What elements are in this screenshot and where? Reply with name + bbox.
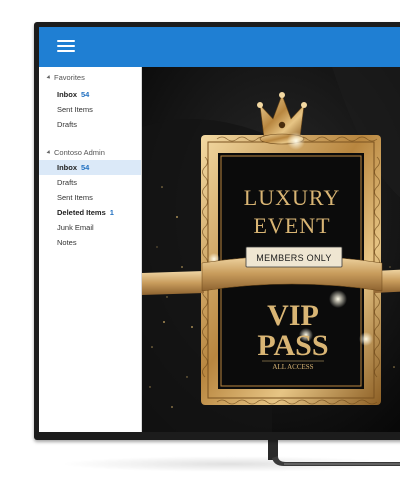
vip-pass-poster: LUXURY EVENT MEMBERS ONLY VIP PASS ALL A… — [142, 67, 400, 432]
menu-icon[interactable] — [57, 40, 75, 54]
monitor-stand — [268, 438, 400, 466]
collapse-caret-icon — [46, 150, 52, 155]
unread-count: 54 — [81, 90, 90, 99]
screen: Favorites Inbox 54 Sent Items Drafts Cont… — [39, 27, 400, 432]
device-mockup: Favorites Inbox 54 Sent Items Drafts Cont… — [0, 0, 400, 498]
favorites-group-header[interactable]: Favorites — [46, 73, 85, 82]
account-item-sent-items[interactable]: Sent Items — [39, 190, 141, 205]
folder-pane: Favorites Inbox 54 Sent Items Drafts Cont… — [39, 67, 142, 432]
poster-line-pass: PASS — [257, 329, 328, 362]
favorites-item-drafts[interactable]: Drafts — [39, 117, 141, 132]
account-item-deleted-items[interactable]: Deleted Items 1 — [39, 205, 141, 220]
reading-pane-image: LUXURY EVENT MEMBERS ONLY VIP PASS ALL A… — [142, 67, 400, 432]
account-item-junk-email[interactable]: Junk Email — [39, 220, 141, 235]
app-header-bar — [39, 27, 400, 67]
favorites-item-sent-items[interactable]: Sent Items — [39, 102, 141, 117]
unread-count: 54 — [81, 163, 90, 172]
collapse-caret-icon — [46, 75, 52, 80]
favorites-item-inbox[interactable]: Inbox 54 — [39, 87, 141, 102]
poster-line-vip: VIP — [267, 299, 319, 332]
monitor-frame: Favorites Inbox 54 Sent Items Drafts Cont… — [34, 22, 400, 440]
account-group-header[interactable]: Contoso Admin — [46, 148, 105, 157]
account-item-notes[interactable]: Notes — [39, 235, 141, 250]
unread-count: 1 — [109, 208, 114, 217]
poster-all-access: ALL ACCESS — [272, 363, 313, 371]
poster-line-event: EVENT — [253, 213, 330, 238]
poster-line-luxury: LUXURY — [244, 185, 340, 210]
account-item-drafts[interactable]: Drafts — [39, 175, 141, 190]
account-item-inbox[interactable]: Inbox 54 — [39, 160, 141, 175]
poster-ribbon-text: MEMBERS ONLY — [256, 253, 331, 263]
